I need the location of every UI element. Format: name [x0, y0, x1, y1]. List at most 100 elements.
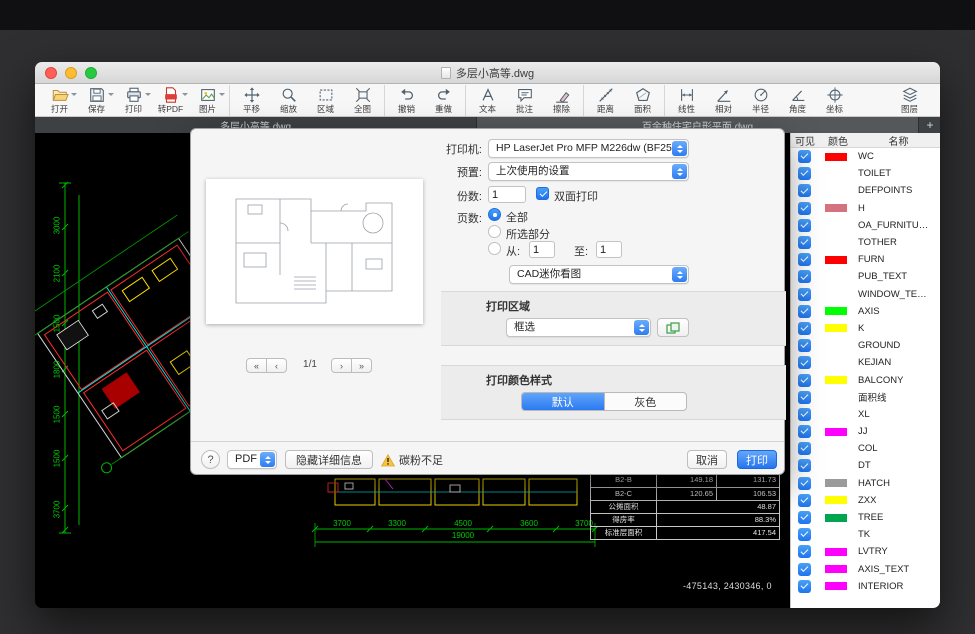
layer-visibility-checkbox[interactable]	[798, 150, 811, 163]
layer-color-swatch[interactable]	[825, 290, 847, 298]
app-options-select[interactable]: CAD迷你看图	[509, 265, 689, 284]
first-page-button[interactable]: «	[246, 358, 267, 373]
layer-visibility-checkbox[interactable]	[798, 580, 811, 593]
layer-row[interactable]: JJ	[791, 423, 940, 440]
layer-color-swatch[interactable]	[825, 428, 847, 436]
layer-visibility-checkbox[interactable]	[798, 563, 811, 576]
print-area-select[interactable]: 框选	[506, 318, 651, 337]
layer-visibility-checkbox[interactable]	[798, 391, 811, 404]
minimize-window-button[interactable]	[65, 67, 77, 79]
layer-row[interactable]: 面积线	[791, 389, 940, 406]
toolbar-button[interactable]: 批注	[506, 85, 543, 116]
pages-from-input[interactable]	[529, 241, 555, 258]
close-window-button[interactable]	[45, 67, 57, 79]
pdf-menu-button[interactable]: PDF	[227, 450, 277, 469]
last-page-button[interactable]: »	[351, 358, 372, 373]
pages-all-radio[interactable]	[488, 208, 501, 221]
layer-color-swatch[interactable]	[825, 204, 847, 212]
layer-color-swatch[interactable]	[825, 342, 847, 350]
layer-row[interactable]: COL	[791, 440, 940, 457]
printer-select[interactable]: HP LaserJet Pro MFP M226dw (BF2574)	[488, 139, 689, 158]
toolbar-button[interactable]: 角度	[779, 85, 816, 116]
pages-selection-radio[interactable]	[488, 225, 501, 238]
next-page-button[interactable]: ›	[331, 358, 352, 373]
layer-color-swatch[interactable]	[825, 256, 847, 264]
layer-color-swatch[interactable]	[825, 376, 847, 384]
layer-visibility-checkbox[interactable]	[798, 270, 811, 283]
toolbar-button[interactable]: 区域	[307, 85, 344, 116]
toolbar-button[interactable]: 保存	[78, 85, 115, 116]
toolbar-button[interactable]: 转PDF	[152, 85, 189, 116]
layer-color-swatch[interactable]	[825, 359, 847, 367]
layer-row[interactable]: TREE	[791, 509, 940, 526]
layer-row[interactable]: DEFPOINTS	[791, 182, 940, 199]
layer-row[interactable]: PUB_TEXT	[791, 268, 940, 285]
previous-page-button[interactable]: ‹	[266, 358, 287, 373]
pick-area-button[interactable]	[657, 318, 689, 337]
layer-row[interactable]: WC	[791, 148, 940, 165]
layer-visibility-checkbox[interactable]	[798, 494, 811, 507]
layer-color-swatch[interactable]	[825, 273, 847, 281]
layer-row[interactable]: TOILET	[791, 165, 940, 182]
layer-visibility-checkbox[interactable]	[798, 442, 811, 455]
layer-visibility-checkbox[interactable]	[798, 322, 811, 335]
layer-row[interactable]: H	[791, 200, 940, 217]
layer-visibility-checkbox[interactable]	[798, 219, 811, 232]
layer-color-swatch[interactable]	[825, 410, 847, 418]
layer-visibility-checkbox[interactable]	[798, 425, 811, 438]
layer-row[interactable]: AXIS	[791, 303, 940, 320]
print-button[interactable]: 打印	[737, 450, 777, 469]
cancel-button[interactable]: 取消	[687, 450, 727, 469]
layer-row[interactable]: INTERIOR	[791, 578, 940, 595]
toolbar-button[interactable]: 重做	[425, 85, 462, 116]
toolbar-button[interactable]: 坐标	[816, 85, 853, 116]
layer-visibility-checkbox[interactable]	[798, 339, 811, 352]
toolbar-button[interactable]: 相对	[705, 85, 742, 116]
toolbar-button[interactable]: 面积	[624, 85, 661, 116]
toolbar-button[interactable]: 文本	[465, 85, 506, 116]
layer-color-swatch[interactable]	[825, 479, 847, 487]
layer-visibility-checkbox[interactable]	[798, 288, 811, 301]
toolbar-button[interactable]: 平移	[229, 85, 270, 116]
toolbar-button[interactable]: 打印	[115, 85, 152, 116]
two-sided-checkbox[interactable]	[536, 187, 549, 200]
layer-row[interactable]: BALCONY	[791, 371, 940, 388]
pages-to-input[interactable]	[596, 241, 622, 258]
presets-select[interactable]: 上次使用的设置	[488, 162, 689, 181]
layer-color-swatch[interactable]	[825, 307, 847, 315]
layer-visibility-checkbox[interactable]	[798, 167, 811, 180]
layer-color-swatch[interactable]	[825, 187, 847, 195]
layer-visibility-checkbox[interactable]	[798, 459, 811, 472]
layer-visibility-checkbox[interactable]	[798, 374, 811, 387]
layer-visibility-checkbox[interactable]	[798, 356, 811, 369]
layer-visibility-checkbox[interactable]	[798, 236, 811, 249]
toolbar-button[interactable]: 全图	[344, 85, 381, 116]
layer-color-swatch[interactable]	[825, 153, 847, 161]
toolbar-button[interactable]: 线性	[664, 85, 705, 116]
toolbar-button[interactable]: 距离	[583, 85, 624, 116]
color-default-segment[interactable]: 默认	[522, 393, 604, 410]
pages-range-radio[interactable]	[488, 242, 501, 255]
layer-row[interactable]: GROUND	[791, 337, 940, 354]
layer-color-swatch[interactable]	[825, 462, 847, 470]
layer-color-swatch[interactable]	[825, 514, 847, 522]
layer-color-swatch[interactable]	[825, 324, 847, 332]
zoom-window-button[interactable]	[85, 67, 97, 79]
layer-row[interactable]: DT	[791, 457, 940, 474]
layer-row[interactable]: HATCH	[791, 475, 940, 492]
layer-color-swatch[interactable]	[825, 548, 847, 556]
layer-visibility-checkbox[interactable]	[798, 202, 811, 215]
layer-color-swatch[interactable]	[825, 445, 847, 453]
layer-row[interactable]: OA_FURNITU…	[791, 217, 940, 234]
layer-row[interactable]: KEJIAN	[791, 354, 940, 371]
layer-color-swatch[interactable]	[825, 582, 847, 590]
hide-details-button[interactable]: 隐藏详细信息	[285, 450, 373, 469]
layer-color-swatch[interactable]	[825, 496, 847, 504]
layer-row[interactable]: WINDOW_TE…	[791, 286, 940, 303]
toolbar-button[interactable]: 打开	[41, 85, 78, 116]
layer-visibility-checkbox[interactable]	[798, 184, 811, 197]
layer-row[interactable]: LVTRY	[791, 543, 940, 560]
help-button[interactable]: ?	[201, 450, 220, 469]
layer-visibility-checkbox[interactable]	[798, 305, 811, 318]
toolbar-button[interactable]: 半径	[742, 85, 779, 116]
